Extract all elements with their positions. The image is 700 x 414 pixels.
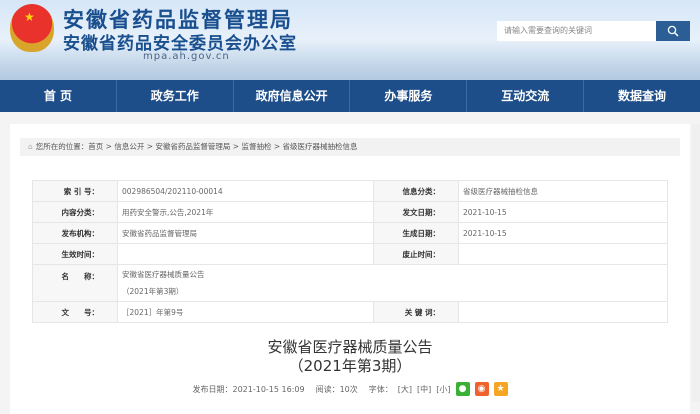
breadcrumb-bureau[interactable]: 安徽省药品监督管理局 [155,142,230,151]
article-subtitle: （2021年第3期） [288,357,412,375]
index-label: 索 引 号： [32,180,118,202]
breadcrumb-current[interactable]: 省级医疗器械抽检信息 [283,142,358,151]
keywords-value [458,301,668,323]
org-label: 发布机构： [32,222,118,244]
site-url: mpa.ah.gov.cn [143,51,230,62]
weibo-share-icon[interactable]: ◉ [474,382,489,396]
national-emblem-icon: ★ [10,4,54,52]
article-meta: 发布日期：2021-10-15 16:09 阅读：10次 字体： [大] [中]… [0,382,700,396]
article-title: 安徽省医疗器械质量公告 [267,338,433,356]
wechat-share-icon[interactable]: ● [455,382,470,396]
content-value: 用药安全警示,公告,2021年 [117,201,374,223]
breadcrumb-home[interactable]: 首页 [88,142,103,151]
search-input[interactable]: 请输入需要查询的关键词 [497,21,657,41]
issue-date-label: 发文日期： [373,201,459,223]
search-icon [667,25,679,37]
name-line1: 安徽省医疗器械质量公告 [122,270,205,279]
expire-value [458,243,668,265]
search-button[interactable] [656,21,690,41]
nav-data-query[interactable]: 数据查询 [584,80,700,112]
nav-services[interactable]: 办事服务 [350,80,468,112]
font-large-button[interactable]: [大] [398,384,412,395]
table-row: 文 号： ［2021］年第9号关 键 词： [32,301,668,323]
table-row: 生效时间： 废止时间： [32,243,668,265]
font-small-button[interactable]: [小] [436,384,450,395]
name-value: 安徽省医疗器械质量公告 （2021年第3期） [117,264,668,302]
effective-value [117,243,374,265]
breadcrumb-sep: > [271,142,283,151]
name-label: 名 称： [32,264,118,302]
name-line2: （2021年第3期） [122,287,184,296]
breadcrumb-inspection[interactable]: 监督抽检 [241,142,271,151]
docno-value: ［2021］年第9号 [117,301,374,323]
docno-label: 文 号： [32,301,118,323]
nav-interaction[interactable]: 互动交流 [467,80,585,112]
breadcrumb-sep: > [230,142,242,151]
gen-date-value: 2021-10-15 [458,222,668,244]
breadcrumb-prefix: 您所在的位置： [35,142,89,151]
site-header: ★ 安徽省药品监督管理局 安徽省药品安全委员会办公室 mpa.ah.gov.cn… [0,0,700,80]
favorite-star-icon[interactable]: ★ [493,382,508,396]
font-medium-button[interactable]: [中] [417,384,431,395]
effective-label: 生效时间： [32,243,118,265]
breadcrumb-info[interactable]: 信息公开 [114,142,144,151]
home-icon: ⌂ [28,142,33,151]
main-nav: 首 页 政务工作 政府信息公开 办事服务 互动交流 数据查询 [0,80,700,112]
index-value: 002986504/202110-00014 [117,180,374,202]
expire-label: 废止时间： [373,243,459,265]
publish-date: 发布日期：2021-10-15 16:09 [192,384,305,394]
breadcrumb-sep: > [103,142,115,151]
info-table: 索 引 号： 002986504/202110-00014 信息分类： 省级医疗器械抽… [32,180,668,323]
table-row: 内容分类： 用药安全警示,公告,2021年 发文日期： 2021-10-15 [32,201,668,223]
gen-date-label: 生成日期： [373,222,459,244]
category-label: 信息分类： [373,180,459,202]
table-row: 索 引 号： 002986504/202110-00014 信息分类： 省级医疗器械抽… [32,180,668,202]
table-row: 发布机构： 安徽省药品监督管理局 生成日期： 2021-10-15 [32,222,668,244]
category-value: 省级医疗器械抽检信息 [458,180,668,202]
read-count: 阅读：10次 [315,384,358,394]
table-row: 名 称： 安徽省医疗器械质量公告 （2021年第3期） [32,264,668,302]
issue-date-value: 2021-10-15 [458,201,668,223]
nav-home[interactable]: 首 页 [0,80,117,112]
nav-info-disclosure[interactable]: 政府信息公开 [234,80,351,112]
content-label: 内容分类： [32,201,118,223]
keywords-label: 关 键 词： [373,301,459,323]
org-value: 安徽省药品监督管理局 [117,222,374,244]
breadcrumb: ⌂ 您所在的位置：首页 > 信息公开 > 安徽省药品监督管理局 > 监督抽检 > … [20,138,680,156]
breadcrumb-sep: > [144,142,156,151]
nav-government-affairs[interactable]: 政务工作 [117,80,234,112]
font-size-label: 字体： [368,384,393,394]
